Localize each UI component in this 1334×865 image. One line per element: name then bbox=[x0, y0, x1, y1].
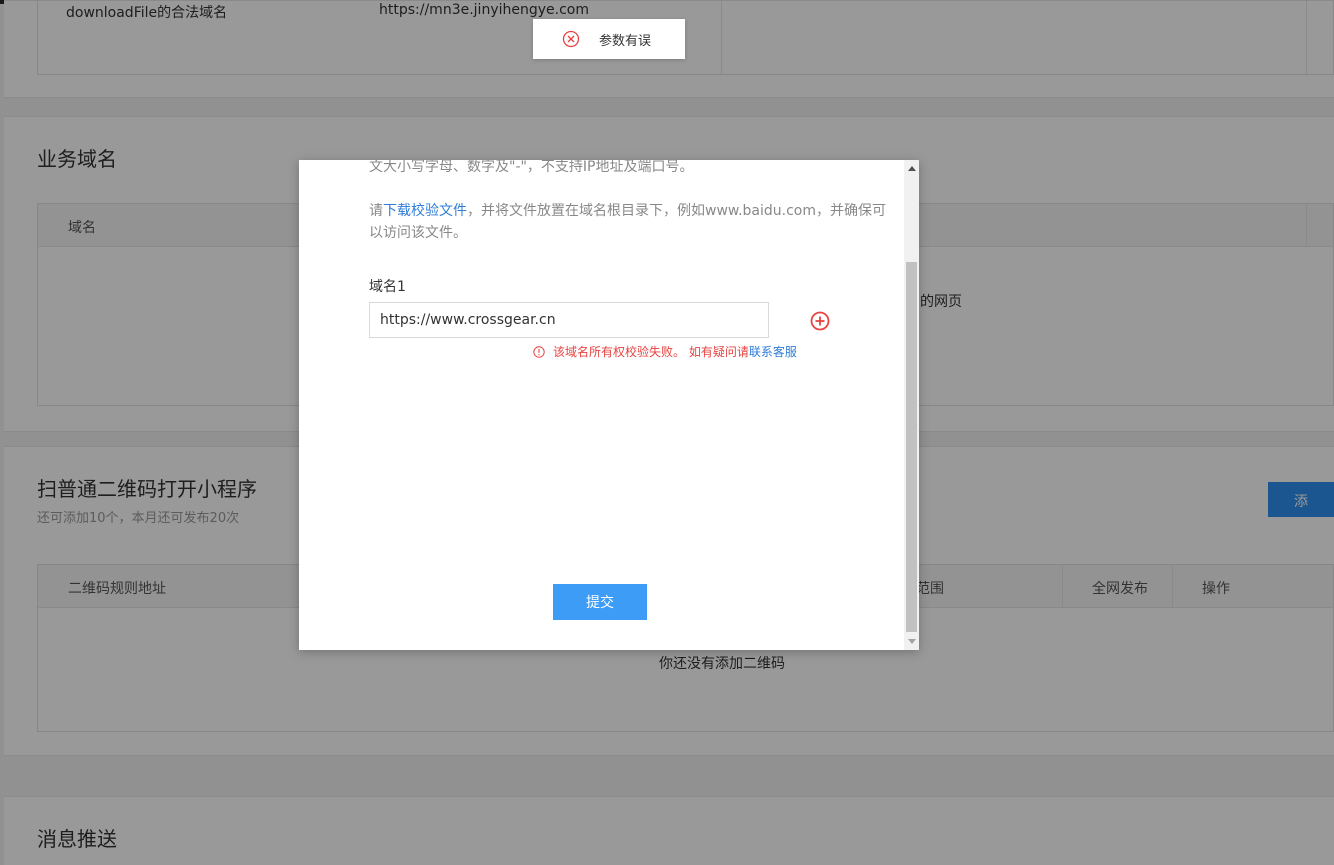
scroll-down-icon[interactable] bbox=[908, 639, 916, 644]
modal-top-text: 文大小写字母、数字及"-"，不支持IP地址及端口号。 bbox=[369, 160, 694, 175]
error-toast: 参数有误 bbox=[533, 19, 685, 59]
download-verify-file-link[interactable]: 下载校验文件 bbox=[383, 203, 467, 219]
add-domain-icon[interactable] bbox=[810, 311, 830, 331]
domain-error-message: 该域名所有权校验失败。 如有疑问请 联系客服 bbox=[533, 343, 797, 360]
modal-scrollbar[interactable] bbox=[904, 160, 919, 650]
error-text: 该域名所有权校验失败。 如有疑问请 bbox=[553, 345, 749, 359]
domain-field-label: 域名1 bbox=[369, 279, 406, 295]
toast-message: 参数有误 bbox=[599, 33, 652, 49]
scroll-thumb[interactable] bbox=[906, 262, 917, 632]
submit-button[interactable]: 提交 bbox=[553, 584, 647, 620]
modal-note: 请下载校验文件，并将文件放置在域名根目录下，例如www.baidu.com，并确… bbox=[369, 200, 889, 244]
domain-input[interactable] bbox=[369, 302, 769, 338]
error-circle-icon bbox=[562, 30, 580, 48]
contact-support-link[interactable]: 联系客服 bbox=[749, 343, 797, 360]
scroll-up-icon[interactable] bbox=[908, 166, 916, 171]
warning-icon bbox=[533, 345, 545, 358]
modal-note-prefix: 请 bbox=[369, 203, 383, 219]
domain-config-modal: 文大小写字母、数字及"-"，不支持IP地址及端口号。 请下载校验文件，并将文件放… bbox=[299, 160, 919, 650]
